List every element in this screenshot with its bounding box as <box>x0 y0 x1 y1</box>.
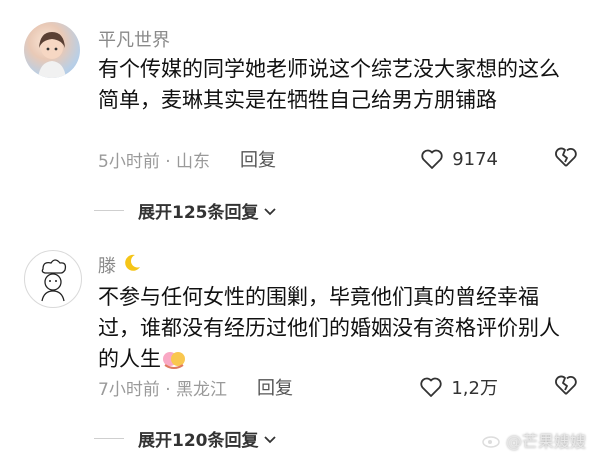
heart-icon <box>421 149 443 169</box>
comment-text: 有个传媒的同学她老师说这个综艺没大家想的这么简单，麦琳其实是在牺牲自己给男方朋铺… <box>98 57 560 112</box>
avatar[interactable] <box>24 22 80 78</box>
chevron-down-icon <box>263 207 276 215</box>
hug-emoji-icon <box>161 349 187 371</box>
expand-label: 展开125条回复 <box>138 203 259 223</box>
weibo-logo-icon <box>482 436 500 448</box>
broken-heart-icon <box>555 147 577 167</box>
like-count: 1,2万 <box>451 378 498 399</box>
reply-button[interactable]: 回复 <box>240 146 276 172</box>
divider-line <box>94 438 124 439</box>
avatar[interactable] <box>24 250 82 308</box>
comment-text: 不参与任何女性的围剿，毕竟他们真的曾经幸福过，谁都没有经历过他们的婚姻没有资格评… <box>98 282 578 375</box>
dislike-button[interactable] <box>554 374 578 401</box>
username-row: 滕 <box>98 252 142 278</box>
heart-icon <box>420 377 443 397</box>
username[interactable]: 滕 <box>98 252 116 278</box>
watermark: @芒果嫂嫂 <box>482 428 586 452</box>
chevron-down-icon <box>263 435 276 443</box>
expand-replies[interactable]: 展开120条回复 <box>94 426 278 451</box>
time-location: 5小时前 · 山东 <box>98 151 211 172</box>
moon-icon <box>122 253 142 278</box>
like-button[interactable]: 1,2万 <box>419 374 498 400</box>
comment-meta: 7小时前 · 黑龙江 回复 1,2万 <box>98 374 578 400</box>
like-button[interactable]: 9174 <box>420 148 498 170</box>
divider-line <box>94 210 124 211</box>
watermark-text: @芒果嫂嫂 <box>505 432 586 451</box>
expand-label: 展开120条回复 <box>138 431 259 451</box>
dislike-button[interactable] <box>554 146 578 173</box>
like-count: 9174 <box>452 148 498 170</box>
comment-meta: 5小时前 · 山东 回复 9174 <box>98 146 578 172</box>
reply-button[interactable]: 回复 <box>257 374 293 400</box>
broken-heart-icon <box>555 375 577 395</box>
avatar-girl-icon <box>38 32 66 78</box>
time-location: 7小时前 · 黑龙江 <box>98 379 228 400</box>
username[interactable]: 平凡世界 <box>98 26 170 52</box>
expand-replies[interactable]: 展开125条回复 <box>94 198 278 223</box>
chef-avatar-icon <box>41 259 67 302</box>
